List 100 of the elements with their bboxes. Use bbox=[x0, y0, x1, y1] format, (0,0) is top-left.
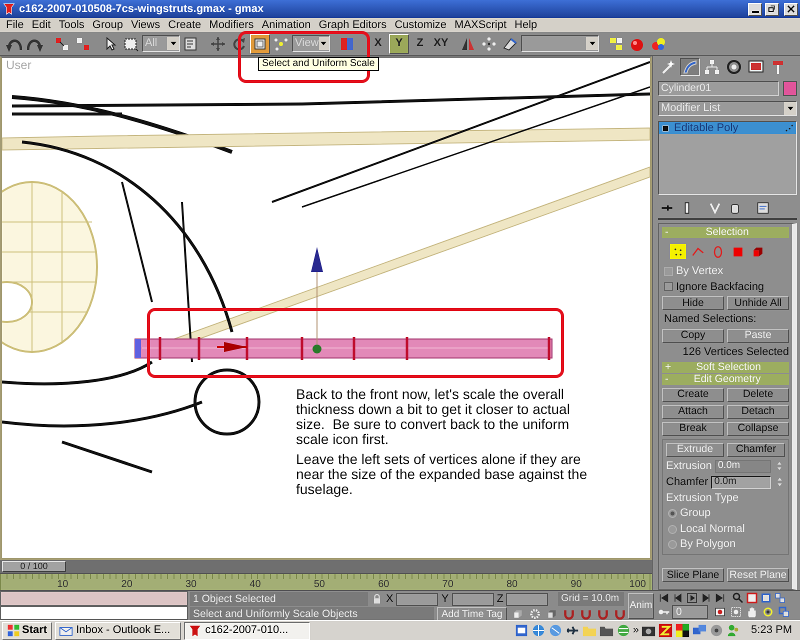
menu-item[interactable]: Create bbox=[164, 18, 206, 32]
panel-button[interactable]: Slice Plane bbox=[662, 568, 724, 582]
menu-item[interactable]: Edit bbox=[28, 18, 55, 32]
magnet-icon[interactable] bbox=[597, 608, 609, 620]
panel-button[interactable]: Break bbox=[662, 422, 724, 436]
menu-item[interactable]: File bbox=[2, 18, 28, 32]
taskbar-button[interactable]: c162-2007-010... bbox=[184, 622, 310, 640]
arc-rotate-icon[interactable] bbox=[762, 606, 774, 618]
coordinate-field[interactable] bbox=[506, 592, 548, 606]
panel-button[interactable]: Detach bbox=[727, 404, 789, 419]
transform-gizmo-drawing[interactable] bbox=[217, 247, 323, 354]
modifier-stack-item[interactable]: Editable Poly bbox=[659, 122, 796, 134]
frame-number: 10 bbox=[6, 578, 70, 590]
field-label: Chamfer bbox=[666, 476, 708, 488]
cube-icon[interactable] bbox=[512, 608, 524, 620]
coordinate-field[interactable] bbox=[396, 592, 438, 606]
hierarchy-icon bbox=[704, 59, 720, 75]
lock-icon[interactable] bbox=[371, 593, 383, 605]
frame-number: 90 bbox=[520, 578, 584, 590]
hammer-icon bbox=[770, 59, 786, 75]
checkbox[interactable] bbox=[664, 282, 673, 292]
cube-icon[interactable] bbox=[546, 608, 558, 620]
frame-number: 80 bbox=[455, 578, 520, 590]
clock: 5:23 PM bbox=[751, 624, 792, 637]
number-field[interactable]: 0.0m bbox=[711, 476, 771, 489]
motion-icon bbox=[726, 59, 742, 75]
panel-button[interactable]: Attach bbox=[662, 404, 724, 419]
disc-icon[interactable] bbox=[709, 623, 724, 638]
previous-frame-icon[interactable] bbox=[672, 592, 684, 604]
zoom-all-icon[interactable] bbox=[746, 592, 758, 604]
restore-button[interactable] bbox=[765, 2, 779, 16]
configure-icon[interactable] bbox=[756, 201, 770, 215]
go-to-start-icon[interactable] bbox=[658, 592, 670, 604]
region-zoom-icon[interactable] bbox=[730, 606, 742, 618]
close-button[interactable] bbox=[784, 2, 798, 16]
maximize-viewport-icon[interactable] bbox=[778, 606, 790, 618]
strut-cylinder-drawing[interactable] bbox=[134, 336, 552, 362]
panel-button[interactable]: Unhide All bbox=[727, 296, 789, 310]
zoom-icon[interactable] bbox=[732, 592, 744, 604]
scale-icon bbox=[252, 36, 268, 52]
coordinate-field[interactable] bbox=[452, 592, 494, 606]
next-frame-icon[interactable] bbox=[700, 592, 712, 604]
time-slider-track[interactable]: 0 / 100 bbox=[0, 560, 652, 573]
note-paragraph: Back to the front now, let's scale the overall thickness down a bit to get it closer to actual size. Be sure to convert back to the uniform scale icon first. bbox=[296, 387, 571, 447]
zoom-extents-all-icon[interactable] bbox=[774, 592, 786, 604]
axis-constraint-button[interactable]: Z bbox=[410, 34, 430, 54]
prompt-text: Select and Uniformly Scale Objects bbox=[190, 607, 434, 621]
rotate-icon bbox=[231, 36, 247, 52]
script-output-field[interactable] bbox=[0, 606, 188, 620]
panel-button[interactable]: Hide bbox=[662, 296, 724, 310]
zoom-extents-icon[interactable] bbox=[760, 592, 772, 604]
magnet-icon[interactable] bbox=[580, 608, 592, 620]
magnet-icon[interactable] bbox=[614, 608, 626, 620]
menu-item[interactable]: Group bbox=[88, 18, 127, 32]
time-configuration-icon[interactable] bbox=[714, 606, 726, 618]
panel-button[interactable]: Collapse bbox=[727, 422, 789, 436]
object-color-swatch[interactable] bbox=[783, 81, 797, 96]
panel-tab[interactable] bbox=[724, 58, 744, 76]
flag-icon[interactable] bbox=[675, 623, 690, 638]
menu-item[interactable]: Graph Editors bbox=[314, 18, 391, 32]
frame-number: 50 bbox=[262, 578, 327, 590]
menu-item[interactable]: Modifiers bbox=[205, 18, 258, 32]
close-icon bbox=[786, 4, 796, 14]
dropdown[interactable] bbox=[521, 35, 599, 52]
pivot-icon bbox=[273, 36, 289, 52]
dropdown-value: All bbox=[145, 37, 158, 50]
menu-item[interactable]: MAXScript bbox=[450, 18, 511, 32]
menu-item[interactable]: Customize bbox=[390, 18, 451, 32]
radio-label: Local Normal bbox=[680, 522, 745, 536]
menu-item[interactable]: Views bbox=[126, 18, 164, 32]
menu-item[interactable]: Animation bbox=[258, 18, 315, 32]
panel-button[interactable]: Delete bbox=[727, 388, 789, 402]
magnet-icon[interactable] bbox=[563, 608, 575, 620]
minimize-icon bbox=[752, 10, 758, 12]
play-icon[interactable] bbox=[686, 592, 698, 604]
panel-button[interactable]: Copy bbox=[662, 328, 724, 343]
script-listener-field[interactable] bbox=[0, 591, 188, 606]
scale-tool-button[interactable] bbox=[250, 34, 270, 54]
windows-flag-icon bbox=[7, 624, 20, 637]
gear-icon[interactable] bbox=[529, 608, 541, 620]
axis-constraint-button[interactable]: X bbox=[368, 34, 388, 54]
go-to-end-icon[interactable] bbox=[714, 592, 726, 604]
axis-constraint-button[interactable]: XY bbox=[431, 34, 451, 54]
time-slider-thumb[interactable]: 0 / 100 bbox=[2, 561, 66, 572]
hand-icon[interactable] bbox=[746, 606, 758, 618]
panel-button[interactable]: Chamfer bbox=[727, 442, 785, 457]
menu-item[interactable]: Tools bbox=[54, 18, 88, 32]
link-icon bbox=[54, 36, 70, 52]
window-icon[interactable] bbox=[514, 623, 529, 638]
start-button[interactable]: Start bbox=[2, 622, 52, 640]
select-by-name-icon bbox=[183, 36, 199, 52]
menu-item[interactable]: Help bbox=[510, 18, 542, 32]
subobject-level-button[interactable] bbox=[670, 244, 686, 259]
tray-chevron[interactable]: » bbox=[632, 624, 640, 637]
taskbar-button[interactable]: Inbox - Outlook E... bbox=[55, 622, 182, 640]
panel-button[interactable]: Create bbox=[662, 388, 724, 402]
v-shape-icon[interactable] bbox=[708, 201, 722, 215]
modifier-stack-list[interactable]: Editable Poly bbox=[658, 121, 797, 195]
minimize-button[interactable] bbox=[748, 2, 762, 16]
axis-constraint-button[interactable]: Y bbox=[389, 34, 409, 54]
